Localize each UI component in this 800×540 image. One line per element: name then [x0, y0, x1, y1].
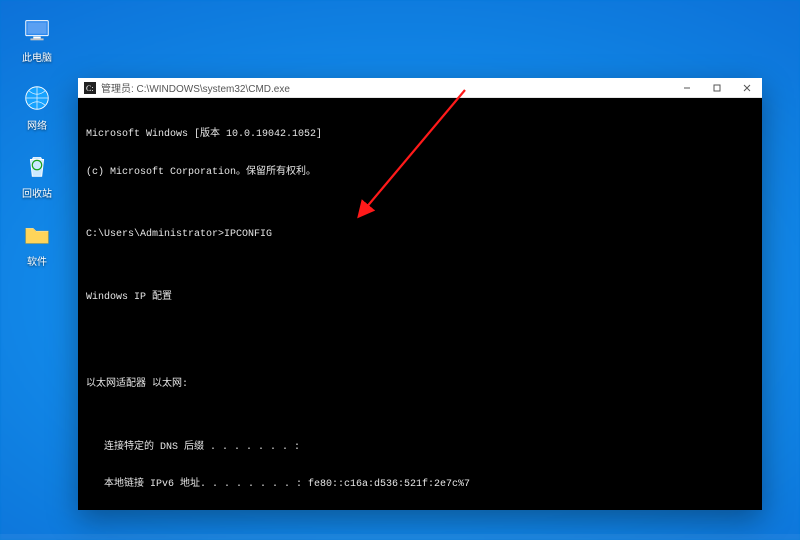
- recycle-icon: [21, 150, 53, 182]
- maximize-button[interactable]: [702, 78, 732, 97]
- cmd-window: C: 管理员: C:\WINDOWS\system32\CMD.exe Micr…: [78, 78, 762, 510]
- terminal-line: (c) Microsoft Corporation。保留所有权利。: [86, 167, 754, 180]
- terminal-line: 连接特定的 DNS 后缀 . . . . . . . :: [86, 442, 754, 455]
- titlebar-left: C: 管理员: C:\WINDOWS\system32\CMD.exe: [84, 80, 290, 95]
- desktop-icon-label: 此电脑: [22, 49, 52, 64]
- terminal-prompt-line: C:\Users\Administrator>IPCONFIG: [86, 229, 754, 242]
- terminal-line: Windows IP 配置: [86, 292, 754, 305]
- window-titlebar[interactable]: C: 管理员: C:\WINDOWS\system32\CMD.exe: [78, 78, 762, 98]
- terminal-output[interactable]: Microsoft Windows [版本 10.0.19042.1052] (…: [78, 98, 762, 510]
- desktop-icon-label: 网络: [27, 117, 47, 132]
- desktop-icon-software-folder[interactable]: 软件: [14, 218, 60, 268]
- folder-icon: [21, 218, 53, 250]
- close-button[interactable]: [732, 78, 762, 97]
- terminal-line: 以太网适配器 以太网:: [86, 379, 754, 392]
- svg-text:C:: C:: [86, 84, 94, 93]
- desktop-icon-label: 软件: [27, 253, 47, 268]
- minimize-button[interactable]: [672, 78, 702, 97]
- window-title: 管理员: C:\WINDOWS\system32\CMD.exe: [101, 80, 290, 95]
- window-controls: [672, 78, 762, 97]
- terminal-line: 本地链接 IPv6 地址. . . . . . . . : fe80::c16a…: [86, 479, 754, 492]
- desktop-icon-network[interactable]: 网络: [14, 82, 60, 132]
- globe-icon: [21, 82, 53, 114]
- terminal-line: Microsoft Windows [版本 10.0.19042.1052]: [86, 129, 754, 142]
- cmd-icon: C:: [84, 82, 96, 94]
- desktop-icon-label: 回收站: [22, 185, 52, 200]
- desktop-icon-list: 此电脑 网络 回收站 软件: [14, 14, 60, 268]
- pc-icon: [21, 14, 53, 46]
- desktop-icon-this-pc[interactable]: 此电脑: [14, 14, 60, 64]
- desktop-icon-recycle-bin[interactable]: 回收站: [14, 150, 60, 200]
- taskbar[interactable]: [0, 534, 800, 540]
